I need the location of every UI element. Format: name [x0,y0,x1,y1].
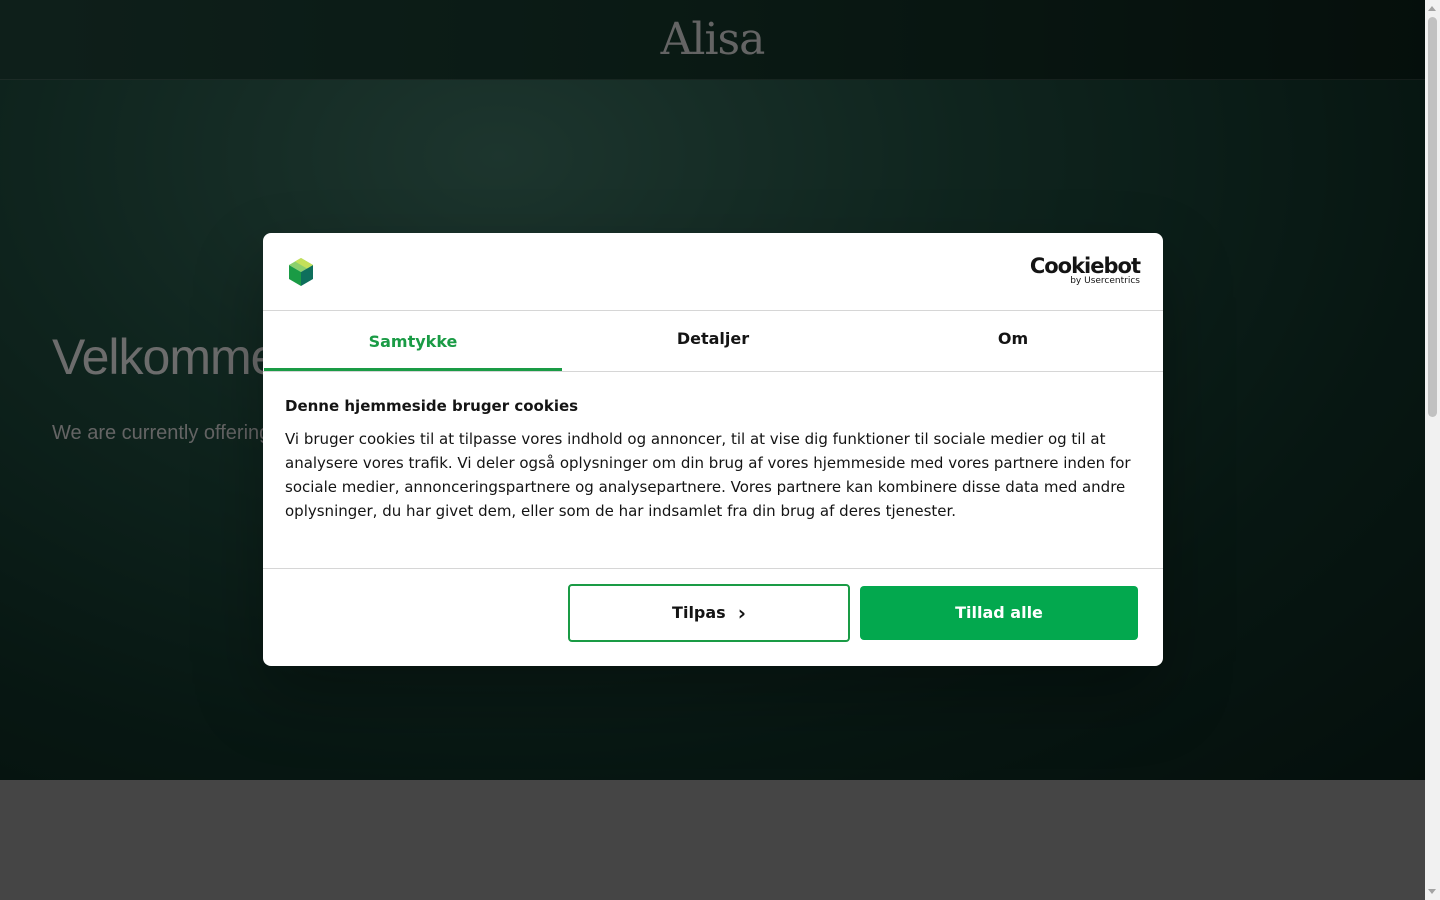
cookie-consent-dialog: Cookiebot by Usercentrics Samtykke Detal… [263,233,1163,666]
customize-button[interactable]: Tilpas › [568,584,850,642]
tab-label: Samtykke [368,332,458,351]
scrollbar-thumb[interactable] [1428,17,1437,417]
allow-all-button[interactable]: Tillad alle [860,586,1138,640]
cookiebot-logo[interactable]: Cookiebot by Usercentrics [1029,254,1141,287]
customize-button-label: Tilpas [672,603,726,622]
consent-body: Denne hjemmeside bruger cookies Vi bruge… [285,396,1145,523]
consent-text: Vi bruger cookies til at tilpasse vores … [285,430,1131,520]
chevron-right-icon: › [737,601,746,625]
tab-label: Detaljer [676,329,750,348]
tab-label: Om [997,329,1029,348]
cube-icon [289,258,313,286]
dialog-header: Cookiebot by Usercentrics [263,233,1163,311]
tab-detaljer[interactable]: Detaljer [563,311,863,371]
scroll-down-icon[interactable] [1428,889,1436,894]
tab-om[interactable]: Om [863,311,1163,371]
cookiebot-logo-text: Cookiebot [1029,254,1141,278]
scroll-up-icon[interactable] [1428,6,1436,11]
consent-heading: Denne hjemmeside bruger cookies [285,397,579,415]
tab-samtykke[interactable]: Samtykke [263,311,563,371]
consent-tabs: Samtykke Detaljer Om [263,311,1163,372]
allow-all-button-label: Tillad alle [955,603,1043,622]
page-scrollbar[interactable] [1425,0,1440,900]
divider [263,568,1163,569]
